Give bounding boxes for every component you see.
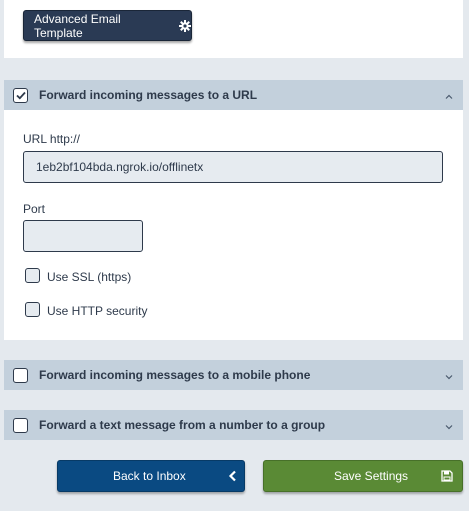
- forward-mobile-checkbox[interactable]: [13, 368, 28, 383]
- section-header-forward-mobile[interactable]: Forward incoming messages to a mobile ph…: [4, 360, 463, 390]
- forward-url-checkbox[interactable]: [13, 88, 28, 103]
- section-header-forward-group[interactable]: Forward a text message from a number to …: [4, 410, 463, 440]
- chevron-up-icon[interactable]: [445, 90, 453, 99]
- section-title-forward-group: Forward a text message from a number to …: [39, 418, 326, 432]
- section-body-forward-url: URL http:// Port Use SSL (https) Use HTT…: [4, 110, 463, 340]
- section-header-forward-url[interactable]: Forward incoming messages to a URL: [4, 80, 463, 110]
- section-title-forward-url: Forward incoming messages to a URL: [39, 88, 258, 102]
- section-title-forward-mobile: Forward incoming messages to a mobile ph…: [39, 368, 311, 382]
- use-http-security-label: Use HTTP security: [47, 304, 148, 318]
- back-to-inbox-label: Back to Inbox: [113, 469, 186, 483]
- chevron-down-icon[interactable]: [445, 370, 453, 380]
- template-card: Advanced Email Template: [4, 0, 463, 58]
- port-label: Port: [23, 202, 46, 216]
- back-to-inbox-button[interactable]: Back to Inbox: [57, 460, 245, 492]
- save-settings-button[interactable]: Save Settings: [263, 460, 463, 492]
- use-http-security-checkbox[interactable]: [25, 302, 40, 317]
- chevron-down-icon[interactable]: [445, 420, 453, 430]
- use-ssl-label: Use SSL (https): [47, 270, 132, 284]
- advanced-email-template-button[interactable]: Advanced Email Template: [23, 10, 192, 41]
- gear-icon: [179, 19, 191, 32]
- forward-group-checkbox[interactable]: [13, 418, 28, 433]
- checkmark-icon: [15, 91, 26, 100]
- save-settings-label: Save Settings: [334, 469, 409, 483]
- url-input[interactable]: [23, 151, 443, 183]
- chevron-left-icon: [227, 470, 239, 482]
- use-ssl-checkbox[interactable]: [25, 268, 40, 283]
- advanced-email-template-label: Advanced Email Template: [34, 11, 121, 40]
- url-label: URL http://: [23, 132, 80, 146]
- floppy-disk-icon: [441, 470, 453, 482]
- port-input[interactable]: [23, 220, 143, 252]
